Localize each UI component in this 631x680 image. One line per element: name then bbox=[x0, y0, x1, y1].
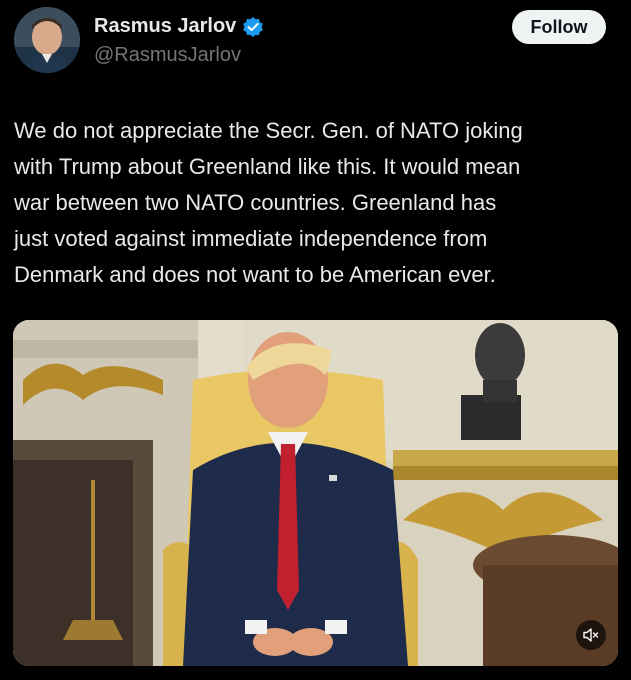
author-handle[interactable]: @RasmusJarlov bbox=[94, 44, 241, 67]
tweet-line: war between two NATO countries. Greenlan… bbox=[14, 190, 497, 215]
tweet-line: Denmark and does not want to be American… bbox=[14, 262, 496, 287]
author-name[interactable]: Rasmus Jarlov bbox=[94, 15, 236, 38]
tweet-line: with Trump about Greenland like this. It… bbox=[14, 154, 521, 179]
author-name-row[interactable]: Rasmus Jarlov bbox=[94, 15, 264, 38]
tweet-video[interactable] bbox=[13, 320, 618, 666]
mute-toggle-button[interactable] bbox=[576, 620, 606, 650]
tweet-text: We do not appreciate the Secr. Gen. of N… bbox=[14, 113, 620, 293]
tweet-line: just voted against immediate independenc… bbox=[14, 226, 488, 251]
verified-badge-icon bbox=[242, 16, 264, 38]
author-avatar[interactable] bbox=[14, 7, 80, 73]
speaker-muted-icon bbox=[582, 626, 600, 644]
follow-button[interactable]: Follow bbox=[512, 10, 606, 44]
tweet-line: We do not appreciate the Secr. Gen. of N… bbox=[14, 118, 523, 143]
